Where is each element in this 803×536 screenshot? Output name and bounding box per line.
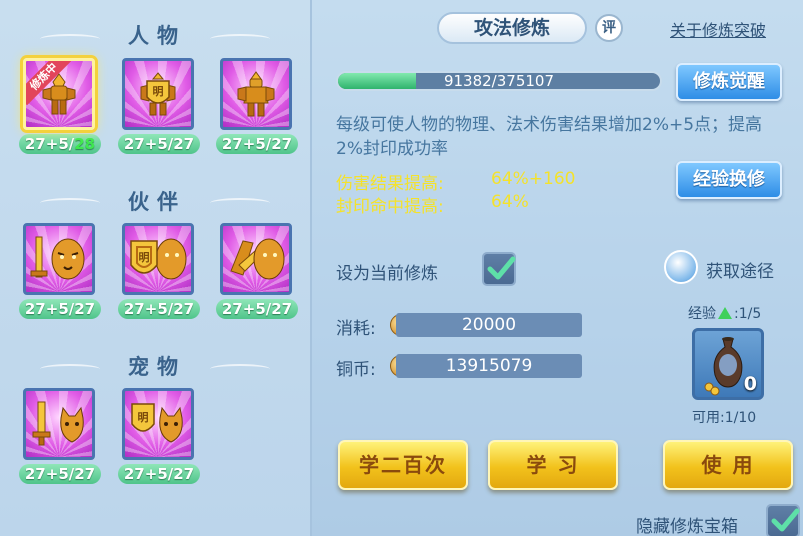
skill-item-partner-3[interactable]: 27+5/27 (216, 223, 298, 319)
stat-seal-label: 封印命中提高: (336, 197, 444, 217)
copper-value: 13915079 (396, 354, 582, 378)
skill-icon-frame[interactable] (23, 388, 95, 460)
checkmark-icon (771, 508, 800, 532)
skill-item-pet-1[interactable]: 27+5/27 (19, 388, 101, 484)
cost-value: 20000 (396, 313, 582, 337)
tiger-gauntlet-icon (230, 238, 285, 280)
skill-icon-frame[interactable]: 明 (122, 388, 194, 460)
armor-warrior-icon (237, 71, 275, 117)
stat-damage-label: 伤害结果提高: (336, 174, 444, 194)
exp-item-label: 经验:1/5 (688, 306, 762, 322)
skill-item-partner-2[interactable]: 明 27+5/27 (118, 223, 200, 319)
stat-seal-value: 64% (491, 192, 529, 212)
skill-description: 每级可使人物的物理、法术伤害结果增加2%+5点；提高2%封印成功率 (336, 115, 763, 159)
skill-level: 27+5/27 (118, 299, 200, 319)
skill-level: 27+5/27 (216, 134, 298, 154)
arrow-up-icon (718, 307, 732, 319)
learn-button[interactable]: 学 习 (488, 440, 618, 490)
exchange-exp-button[interactable]: 经验换修 (676, 161, 782, 199)
exp-item-slot[interactable]: 0 (692, 328, 764, 400)
section-title-character: 人物 (128, 24, 186, 48)
skill-list-panel: 人物 修炼中 27+5/28 明 27+5/27 27+5/27 伙伴 27+5… (0, 0, 312, 536)
svg-text:明: 明 (138, 411, 149, 424)
exp-progress-text: 91382/375107 (443, 72, 555, 90)
eval-button[interactable]: 评 (595, 14, 623, 42)
skill-item-pet-2[interactable]: 明 27+5/27 (118, 388, 200, 484)
hide-chest-checkbox[interactable] (766, 504, 800, 536)
awaken-button[interactable]: 修炼觉醒 (676, 63, 782, 101)
cat-shield-icon: 明 (131, 403, 183, 443)
skill-title: 攻法修炼 (437, 12, 587, 44)
skill-icon-frame[interactable]: 明 (122, 58, 194, 130)
skill-icon-frame[interactable]: 修炼中 (23, 58, 95, 130)
skill-icon-frame[interactable] (220, 58, 292, 130)
skill-level: 27+5/27 (19, 299, 101, 319)
tiger-shield-icon: 明 (130, 238, 187, 280)
detail-panel: 攻法修炼 评 关于修炼突破 91382/375107 修炼觉醒 每级可使人物的物… (314, 0, 803, 536)
section-title-pet: 宠物 (128, 355, 186, 379)
hide-chest-label: 隐藏修炼宝箱 (636, 517, 738, 536)
checkmark-icon (487, 256, 516, 280)
exp-progress-bar: 91382/375107 (336, 71, 662, 91)
section-title-partner: 伙伴 (128, 190, 186, 214)
svg-text:明: 明 (153, 85, 164, 98)
exp-item-count: 0 (743, 373, 757, 395)
skill-icon-frame[interactable] (220, 223, 292, 295)
skill-item-character-3[interactable]: 27+5/27 (216, 58, 298, 154)
stat-damage-value: 64%+160 (491, 169, 576, 189)
set-current-checkbox[interactable] (482, 252, 516, 286)
skill-level: 27+5/27 (118, 464, 200, 484)
skill-level: 27+5/27 (216, 299, 298, 319)
exp-item-available: 可用:1/10 (692, 410, 757, 426)
use-button[interactable]: 使 用 (663, 440, 793, 490)
copper-label: 铜币: (336, 360, 376, 380)
shield-warrior-icon: 明 (140, 72, 176, 116)
skill-level: 27+5/28 (19, 134, 101, 154)
skill-icon-frame[interactable] (23, 223, 95, 295)
skill-item-character-2[interactable]: 明 27+5/27 (118, 58, 200, 154)
breakthrough-info-link[interactable]: 关于修炼突破 (670, 17, 766, 41)
stat-seal: 封印命中提高: 64% (336, 192, 529, 217)
set-current-label: 设为当前修炼 (336, 264, 438, 284)
skill-item-character-1[interactable]: 修炼中 27+5/28 (19, 58, 101, 154)
skill-level: 27+5/27 (118, 134, 200, 154)
cat-sword-icon (32, 401, 84, 446)
stat-damage: 伤害结果提高: 64%+160 (336, 169, 575, 194)
skill-item-partner-1[interactable]: 27+5/27 (19, 223, 101, 319)
cost-label: 消耗: (336, 319, 376, 339)
skill-icon-frame[interactable]: 明 (122, 223, 194, 295)
svg-text:明: 明 (139, 251, 150, 264)
get-way-label: 获取途径 (706, 262, 774, 282)
skill-level: 27+5/27 (19, 464, 101, 484)
book-icon (664, 250, 698, 284)
tiger-sword-icon (30, 236, 85, 280)
learn-200-button[interactable]: 学二百次 (338, 440, 468, 490)
